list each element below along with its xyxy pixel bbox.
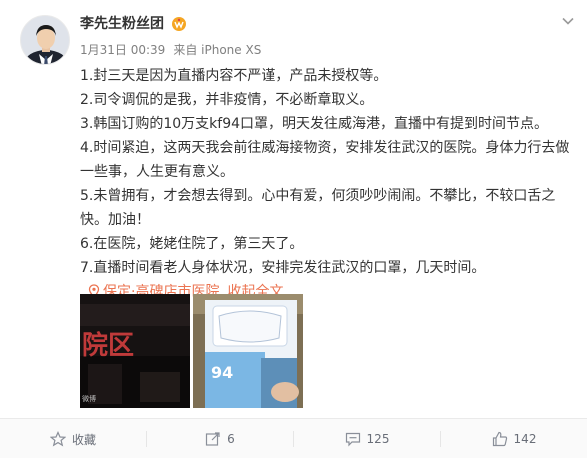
like-button[interactable]: 142 — [441, 419, 587, 458]
post-content: 1.封三天是因为直播内容不严谨，产品未授权等。 2.司令调侃的是我，并非疫情，不… — [80, 64, 580, 304]
post-line: 4.时间紧迫，这两天我会前往威海接物资，安排发往武汉的医院。身体力行去做一些事，… — [80, 140, 570, 180]
thumbs-up-icon — [492, 431, 507, 447]
comment-count: 125 — [366, 432, 390, 446]
image-overlay-text: 院区 — [82, 330, 134, 361]
username-link[interactable]: 李先生粉丝团 — [80, 14, 164, 34]
post-timestamp-link[interactable]: 1月31日 00:39 — [80, 43, 165, 57]
package-text: 94 — [211, 363, 233, 382]
post-line: 1.封三天是因为直播内容不严谨，产品未授权等。 — [80, 68, 388, 84]
repost-button[interactable]: 6 — [147, 419, 293, 458]
avatar[interactable] — [20, 15, 70, 65]
via-label: 来自 — [173, 43, 198, 57]
device-source-link[interactable]: iPhone XS — [201, 43, 261, 57]
post-line: 2.司令调侃的是我，并非疫情，不必断章取义。 — [80, 92, 374, 108]
comment-button[interactable]: 125 — [294, 419, 440, 458]
favorite-label: 收藏 — [71, 432, 96, 447]
post-line: 5.未曾拥有，才会想去得到。心中有爱，何须吵吵闹闹。不攀比，不较口舌之快。加油！ — [80, 188, 556, 228]
post-line: 7.直播时间看老人身体状况，安排完发往武汉的口罩，几天时间。 — [80, 260, 486, 276]
repost-count: 6 — [227, 432, 235, 446]
repost-icon — [206, 432, 220, 446]
favorite-button[interactable]: 收藏 — [0, 419, 146, 458]
star-icon — [49, 431, 66, 447]
post-image-2[interactable]: 94 — [193, 294, 303, 408]
vip-badge-icon[interactable] — [171, 16, 187, 32]
comment-icon — [345, 432, 360, 447]
image-watermark: 微博 — [82, 394, 96, 403]
post-image-1[interactable]: 院区 微博 — [80, 294, 190, 408]
action-bar: 收藏 6 125 142 — [0, 418, 587, 458]
weibo-post-card: 李先生粉丝团 1月31日 00:39 来自 iPhone XS 1.封三天是因为直… — [0, 0, 587, 458]
post-meta: 1月31日 00:39 来自 iPhone XS — [80, 42, 261, 58]
post-line: 6.在医院，姥姥住院了，第三天了。 — [80, 236, 304, 252]
like-count: 142 — [513, 432, 537, 446]
chevron-down-icon[interactable] — [561, 14, 575, 28]
post-line: 3.韩国订购的10万支kf94口罩，明天发往威海港，直播中有提到时间节点。 — [80, 116, 549, 132]
